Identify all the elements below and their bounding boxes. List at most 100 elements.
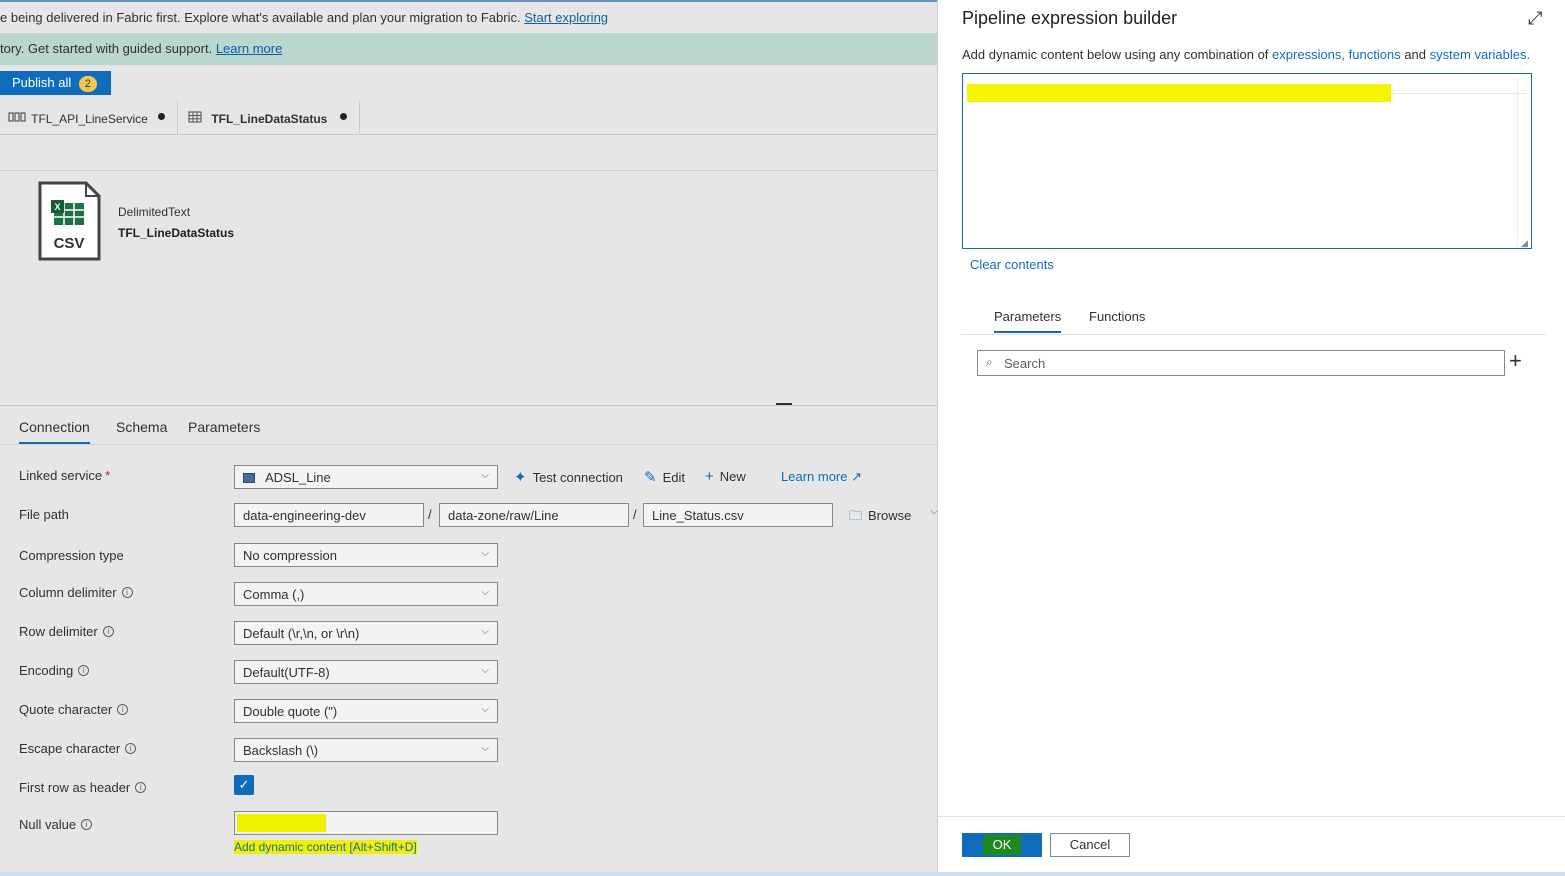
path-separator: /	[428, 507, 432, 522]
info-icon[interactable]: i	[125, 743, 137, 754]
new-button[interactable]: + New	[705, 468, 746, 485]
chevron-down-icon: ⌵	[481, 743, 489, 754]
encoding-dropdown[interactable]: Default(UTF-8) ⌵	[234, 660, 498, 684]
system-variables-link[interactable]: system variables.	[1430, 47, 1530, 62]
path-separator: /	[633, 507, 637, 522]
start-exploring-link[interactable]: Start exploring	[524, 10, 608, 25]
file-name-input[interactable]: Line_Status.csv	[643, 503, 833, 527]
tab-connection[interactable]: Connection	[19, 419, 90, 444]
compression-type-value: No compression	[243, 548, 337, 563]
fabric-banner: e being delivered in Fabric first. Explo…	[0, 0, 937, 33]
container-input[interactable]: data-engineering-dev	[234, 503, 424, 527]
linked-service-label: Linked service *	[19, 468, 110, 483]
chevron-down-icon: ⌵	[481, 470, 489, 481]
quote-character-label: Quote character i	[19, 702, 129, 717]
chevron-down-icon[interactable]: ⌵	[930, 505, 937, 518]
svg-text:X: X	[54, 202, 60, 212]
browse-button[interactable]: 🗀 Browse	[849, 507, 911, 529]
chevron-down-icon: ⌵	[481, 626, 489, 637]
info-icon[interactable]: i	[102, 626, 114, 637]
info-icon[interactable]: i	[81, 819, 93, 830]
quote-character-value: Double quote (")	[243, 704, 338, 719]
row-delimiter-dropdown[interactable]: Default (\r,\n, or \r\n) ⌵	[234, 621, 498, 645]
info-icon[interactable]: i	[121, 587, 133, 598]
quote-character-dropdown[interactable]: Double quote (") ⌵	[234, 699, 498, 723]
quote-character-label-text: Quote character	[19, 702, 113, 717]
fabric-banner-text: e being delivered in Fabric first. Explo…	[0, 10, 521, 25]
encoding-value: Default(UTF-8)	[243, 665, 330, 680]
highlight-mark	[237, 814, 326, 832]
tab-parameters[interactable]: Parameters	[994, 309, 1062, 333]
ok-label: OK	[982, 835, 1022, 855]
publish-all-button[interactable]: Publish all 2	[0, 71, 111, 95]
search-input[interactable]: ⌕ Search	[977, 350, 1505, 376]
csv-icon-text: CSV	[54, 235, 85, 252]
edit-label: Edit	[662, 470, 685, 485]
plus-icon: +	[705, 468, 714, 485]
divider	[938, 816, 1565, 817]
tab-parameters[interactable]: Parameters	[188, 419, 260, 442]
table-icon	[188, 111, 208, 126]
encoding-label: Encoding i	[19, 663, 90, 678]
learn-more-link[interactable]: Learn more ↗	[781, 469, 862, 485]
info-icon[interactable]: i	[78, 665, 90, 676]
linked-service-dropdown[interactable]: ADSL_Line ⌵	[234, 465, 498, 489]
test-connection-label: Test connection	[532, 470, 623, 485]
test-connection-button[interactable]: ✦ Test connection	[514, 468, 623, 486]
panel-title: Pipeline expression builder	[962, 8, 1178, 28]
dataset-name: TFL_LineDataStatus	[118, 226, 235, 240]
linked-service-label-text: Linked service	[19, 468, 103, 483]
expression-builder-panel: Pipeline expression builder ⤢ Add dynami…	[937, 0, 1565, 876]
linked-service-value: ADSL_Line	[265, 470, 331, 485]
tab-tfl-linedatastatus[interactable]: TFL_LineDataStatus	[180, 101, 360, 134]
highlight-mark	[967, 84, 1391, 102]
resize-grip-icon[interactable]: ◢	[1521, 238, 1528, 249]
panel-description: Add dynamic content below using any comb…	[962, 47, 1530, 62]
info-icon[interactable]: i	[135, 782, 147, 793]
chevron-down-icon: ⌵	[481, 587, 489, 598]
divider	[0, 170, 937, 171]
expand-icon[interactable]: ⤢	[1528, 8, 1542, 29]
guided-support-text: tory. Get started with guided support.	[0, 41, 213, 56]
learn-more-label: Learn more	[781, 469, 848, 484]
first-row-header-label-text: First row as header	[19, 780, 131, 795]
csv-file-icon[interactable]: X CSV	[38, 181, 101, 261]
null-value-label: Null value i	[19, 817, 93, 832]
functions-link[interactable]: functions	[1349, 47, 1401, 62]
column-delimiter-value: Comma (,)	[243, 587, 305, 602]
edit-button[interactable]: ✎ Edit	[644, 468, 685, 486]
new-label: New	[719, 469, 746, 484]
first-row-header-checkbox[interactable]: ✓	[234, 775, 254, 795]
dataset-editor: e being delivered in Fabric first. Explo…	[0, 0, 937, 876]
row-delimiter-value: Default (\r,\n, or \r\n)	[243, 626, 360, 641]
unsaved-dot-icon	[158, 113, 165, 120]
compression-type-label: Compression type	[19, 548, 124, 563]
info-icon[interactable]: i	[117, 704, 129, 715]
tab-functions[interactable]: Functions	[1089, 309, 1145, 331]
escape-character-label-text: Escape character	[19, 741, 121, 756]
add-dynamic-content-label: Add dynamic content [Alt+Shift+D]	[234, 840, 417, 854]
search-placeholder: Search	[1004, 356, 1046, 371]
editor-scrollbar[interactable]	[1517, 76, 1529, 246]
dataset-type: DelimitedText	[118, 205, 191, 219]
ok-button[interactable]: OK	[962, 833, 1042, 857]
compression-type-dropdown[interactable]: No compression ⌵	[234, 543, 498, 567]
divider	[0, 444, 937, 445]
escape-character-dropdown[interactable]: Backslash (\) ⌵	[234, 738, 498, 762]
column-delimiter-label: Column delimiter i	[19, 585, 133, 600]
expressions-link[interactable]: expressions,	[1272, 47, 1345, 62]
tab-schema[interactable]: Schema	[116, 419, 167, 442]
banner-learn-more-link[interactable]: Learn more	[216, 41, 282, 56]
clear-contents-link[interactable]: Clear contents	[970, 257, 1054, 272]
add-dynamic-content-link[interactable]: Add dynamic content [Alt+Shift+D]	[234, 840, 417, 854]
cancel-button[interactable]: Cancel	[1050, 833, 1130, 857]
add-parameter-button[interactable]: +	[1509, 350, 1522, 372]
divider	[0, 405, 937, 406]
tab-label: TFL_API_LineService	[31, 112, 148, 126]
tab-tfl-api-lineservice[interactable]: TFL_API_LineService	[0, 101, 178, 134]
escape-character-label: Escape character i	[19, 741, 137, 756]
publish-all-label: Publish all	[12, 75, 72, 90]
column-delimiter-dropdown[interactable]: Comma (,) ⌵	[234, 582, 498, 606]
directory-input[interactable]: data-zone/raw/Line	[439, 503, 629, 527]
escape-character-value: Backslash (\)	[243, 743, 319, 758]
